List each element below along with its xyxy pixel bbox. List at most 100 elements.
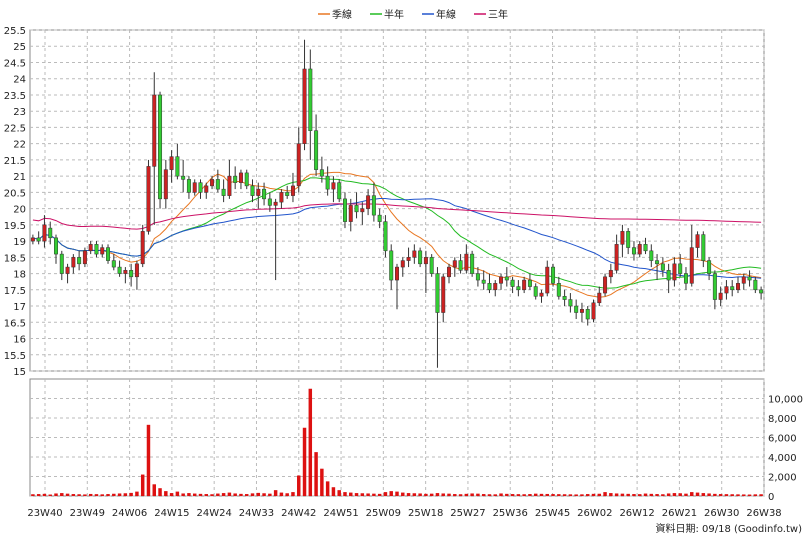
volume-bar (713, 493, 717, 496)
candle-body (516, 286, 521, 291)
volume-bar (302, 427, 307, 496)
candle-body (267, 198, 272, 206)
candle-body (134, 263, 139, 278)
volume-bar (320, 468, 324, 496)
price-tick-label: 20.5 (4, 188, 26, 199)
candle-body (597, 292, 602, 304)
candle-body (452, 260, 457, 268)
candle-body (354, 205, 359, 213)
candle-body (464, 253, 469, 271)
x-tick-label: 26W30 (704, 508, 739, 519)
volume-bar (533, 493, 538, 496)
volume-bar (661, 494, 665, 496)
candle-body (65, 266, 70, 274)
x-tick-label: 24W24 (197, 508, 232, 519)
price-tick-label: 18.5 (4, 253, 26, 264)
volume-bar (609, 493, 613, 496)
volume-bar (499, 493, 503, 496)
price-tick-label: 16.5 (4, 318, 26, 329)
candle-body (481, 279, 486, 284)
candle-body (192, 182, 197, 193)
volume-bar (510, 494, 515, 496)
volume-bar (325, 481, 330, 496)
candle-body (499, 276, 504, 284)
volume-bar (395, 491, 399, 496)
volume-bar (297, 475, 301, 496)
x-tick-label: 26W38 (746, 508, 781, 519)
volume-bar (331, 487, 336, 496)
volume-bar (314, 452, 318, 496)
candle-body (146, 166, 151, 232)
volume-bar (187, 493, 191, 496)
volume-bar (152, 484, 156, 496)
legend-label: 半年 (384, 8, 404, 21)
volume-bar (562, 494, 567, 496)
candle-body (423, 257, 428, 265)
candle-body (129, 270, 134, 278)
volume-bar (216, 493, 220, 496)
candle-body (215, 179, 220, 190)
candle-body (123, 270, 128, 274)
volume-bar (690, 492, 694, 496)
candle-body (366, 195, 371, 209)
volume-bar (724, 494, 729, 496)
volume-bar (279, 492, 284, 496)
candle-body (441, 276, 446, 313)
volume-bar (470, 493, 474, 496)
candle-body (493, 283, 498, 291)
candle-body (343, 198, 347, 222)
candle-body (585, 309, 590, 320)
candle-body (539, 292, 544, 297)
volume-bar (736, 494, 740, 496)
volume-bar (585, 494, 590, 496)
volume-tick-label: 10,000 (768, 395, 803, 406)
candle-body (36, 237, 41, 242)
volume-bar (568, 494, 573, 496)
candle-body (447, 266, 451, 278)
price-tick-label: 25 (13, 42, 26, 53)
candle-body (111, 260, 116, 268)
candle-body (181, 175, 186, 180)
volume-bar (742, 494, 746, 496)
volume-bar (580, 494, 584, 496)
volume-bar (48, 494, 52, 496)
candle-body (730, 286, 735, 291)
volume-bar (649, 493, 654, 496)
candle-body (643, 244, 648, 252)
candle-body (741, 276, 746, 284)
candle-body (169, 156, 174, 170)
candle-body (626, 231, 631, 248)
stock-chart: 季線 半年 年線 三年 15 15.5 16 16.5 17 17.5 18 18.5 19 19.5 2… (0, 0, 808, 540)
candle-body (724, 286, 729, 294)
candle-body (759, 289, 764, 294)
candle-body (412, 250, 417, 258)
volume-bar (759, 494, 763, 496)
volume-bar (481, 494, 486, 496)
candle-body (620, 231, 625, 245)
volume-bar (198, 493, 203, 496)
x-tick-label: 25W09 (366, 508, 401, 519)
price-tick-label: 16 (13, 335, 26, 346)
candle-body (198, 182, 203, 193)
volume-bar (603, 492, 607, 496)
candle-body (435, 273, 440, 313)
price-tick-label: 25.5 (4, 26, 26, 37)
volume-bar (42, 493, 47, 496)
volume-bar (707, 493, 711, 496)
x-tick-label: 23W40 (27, 508, 62, 519)
x-tick-label: 24W15 (154, 508, 189, 519)
volume-bar (135, 491, 139, 496)
volume-bar (666, 493, 671, 496)
candle-body (290, 185, 295, 196)
volume-bar (730, 494, 734, 496)
candle-body (504, 276, 509, 281)
volume-bar (493, 494, 497, 496)
volume-bar (77, 494, 81, 496)
volume-bar (684, 493, 688, 496)
volume-bar (71, 494, 76, 496)
volume-bar (383, 492, 388, 496)
price-tick-label: 23 (13, 107, 26, 118)
volume-bar (539, 493, 544, 496)
candle-body (753, 279, 758, 291)
candle-body (631, 247, 636, 255)
